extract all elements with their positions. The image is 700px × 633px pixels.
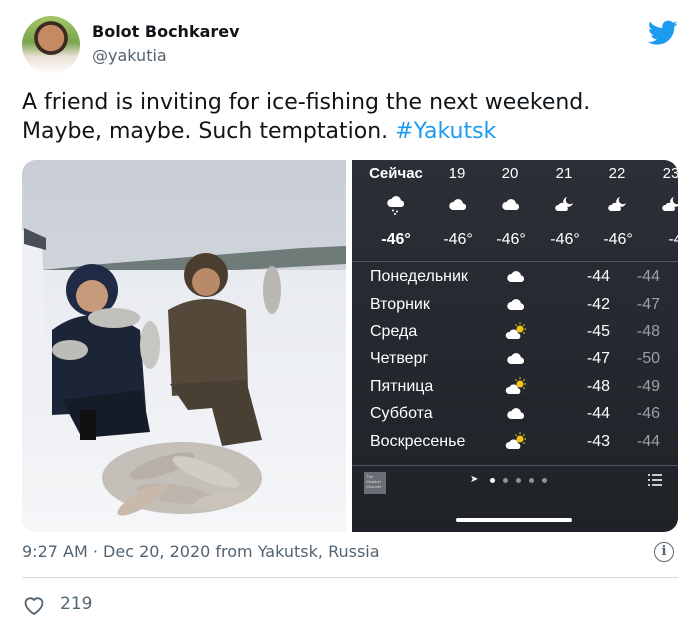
- hour-label: 22: [608, 165, 626, 182]
- cloud-icon: [502, 199, 520, 210]
- moon-cloud-icon: [555, 197, 573, 211]
- day-name: Воскресенье: [370, 433, 466, 450]
- divider: [22, 577, 678, 578]
- hour-temp: -46°: [381, 231, 411, 248]
- forecast-row: Воскресенье -43 -44: [352, 429, 678, 456]
- high-temp: -47: [586, 350, 610, 367]
- like-count: 219: [60, 594, 93, 614]
- low-temp: -48: [636, 323, 660, 340]
- sun-cloud-icon: [505, 432, 526, 449]
- hour-label: Сейчас: [369, 165, 423, 182]
- low-temp: -46: [636, 405, 660, 422]
- page-dot: [490, 478, 495, 483]
- forecast-row: Пятница -48 -49: [352, 374, 678, 401]
- location-arrow-icon: ➤: [470, 474, 479, 485]
- day-name: Вторник: [370, 296, 430, 313]
- cloud-icon: [507, 353, 525, 364]
- sun-cloud-icon: [505, 322, 526, 339]
- high-temp: -48: [586, 378, 610, 395]
- ice-fishing-photo[interactable]: [22, 160, 346, 532]
- low-temp: -47: [636, 296, 660, 313]
- divider: [352, 465, 678, 466]
- day-name: Понедельник: [370, 268, 468, 285]
- page-dot: [516, 478, 521, 483]
- sun-cloud-icon: [505, 377, 526, 394]
- weather-channel-logo[interactable]: The Weather Channel: [364, 472, 386, 494]
- high-temp: -42: [586, 296, 610, 313]
- forecast-row: Понедельник -44 -44: [352, 264, 678, 291]
- hour-temp: -46°: [603, 231, 633, 248]
- forecast-row: Суббота -44 -46: [352, 401, 678, 428]
- avatar[interactable]: [22, 16, 80, 74]
- weather-forecast-screenshot[interactable]: Сейчас -46° 19 -46° 20 -46° 21 -46° 22 -…: [352, 160, 678, 532]
- day-name: Суббота: [370, 405, 433, 422]
- tweet-text-line-2: Maybe, maybe. Such temptation.: [22, 119, 389, 144]
- high-temp: -45: [586, 323, 610, 340]
- high-temp: -44: [586, 405, 610, 422]
- hour-temp: -46°: [550, 231, 580, 248]
- low-temp: -50: [636, 350, 660, 367]
- high-temp: -43: [586, 433, 610, 450]
- author-handle[interactable]: @yakutia: [92, 46, 167, 65]
- tweet-text-line-1: A friend is inviting for ice-fishing the…: [22, 90, 591, 115]
- day-name: Четверг: [370, 350, 429, 367]
- hour-temp: -46°: [443, 231, 473, 248]
- author-name[interactable]: Bolot Bochkarev: [92, 22, 240, 41]
- tweet-text: A friend is inviting for ice-fishing the…: [22, 88, 682, 146]
- snow-cloud-icon: [387, 196, 405, 215]
- home-indicator: [456, 518, 572, 522]
- heart-icon: [24, 597, 44, 615]
- divider: [352, 261, 678, 262]
- hashtag-link[interactable]: #Yakutsk: [395, 119, 496, 144]
- hour-label: 21: [555, 165, 573, 182]
- page-dot: [503, 478, 508, 483]
- page-dot: [542, 478, 547, 483]
- cloud-icon: [449, 199, 467, 210]
- hour-label: 20: [501, 165, 519, 182]
- twitter-bird-icon[interactable]: [648, 20, 678, 46]
- low-temp: -44: [636, 268, 660, 285]
- high-temp: -44: [586, 268, 610, 285]
- hourly-forecast: Сейчас -46° 19 -46° 20 -46° 21 -46° 22 -…: [352, 160, 678, 260]
- day-name: Среда: [370, 323, 418, 340]
- hour-label: 19: [448, 165, 466, 182]
- hour-label: 23: [662, 165, 678, 182]
- info-icon[interactable]: i: [654, 542, 674, 562]
- cloud-icon: [507, 271, 525, 282]
- page-dot: [529, 478, 534, 483]
- moon-cloud-icon: [608, 197, 626, 211]
- hour-temp: -46: [668, 231, 678, 248]
- low-temp: -44: [636, 433, 660, 450]
- page-indicator[interactable]: ➤: [470, 474, 560, 486]
- cloud-icon: [507, 299, 525, 310]
- day-name: Пятница: [370, 378, 434, 395]
- tweet-timestamp[interactable]: 9:27 AM · Dec 20, 2020 from Yakutsk, Rus…: [22, 542, 380, 561]
- forecast-row: Среда -45 -48: [352, 319, 678, 346]
- list-icon[interactable]: [648, 474, 662, 486]
- moon-cloud-icon: [662, 197, 678, 211]
- hour-column: 23 -46: [646, 160, 678, 260]
- forecast-row: Четверг -47 -50: [352, 346, 678, 373]
- low-temp: -49: [636, 378, 660, 395]
- cloud-icon: [507, 408, 525, 419]
- media-grid: Сейчас -46° 19 -46° 20 -46° 21 -46° 22 -…: [22, 160, 678, 532]
- hour-temp: -46°: [496, 231, 526, 248]
- forecast-row: Вторник -42 -47: [352, 292, 678, 319]
